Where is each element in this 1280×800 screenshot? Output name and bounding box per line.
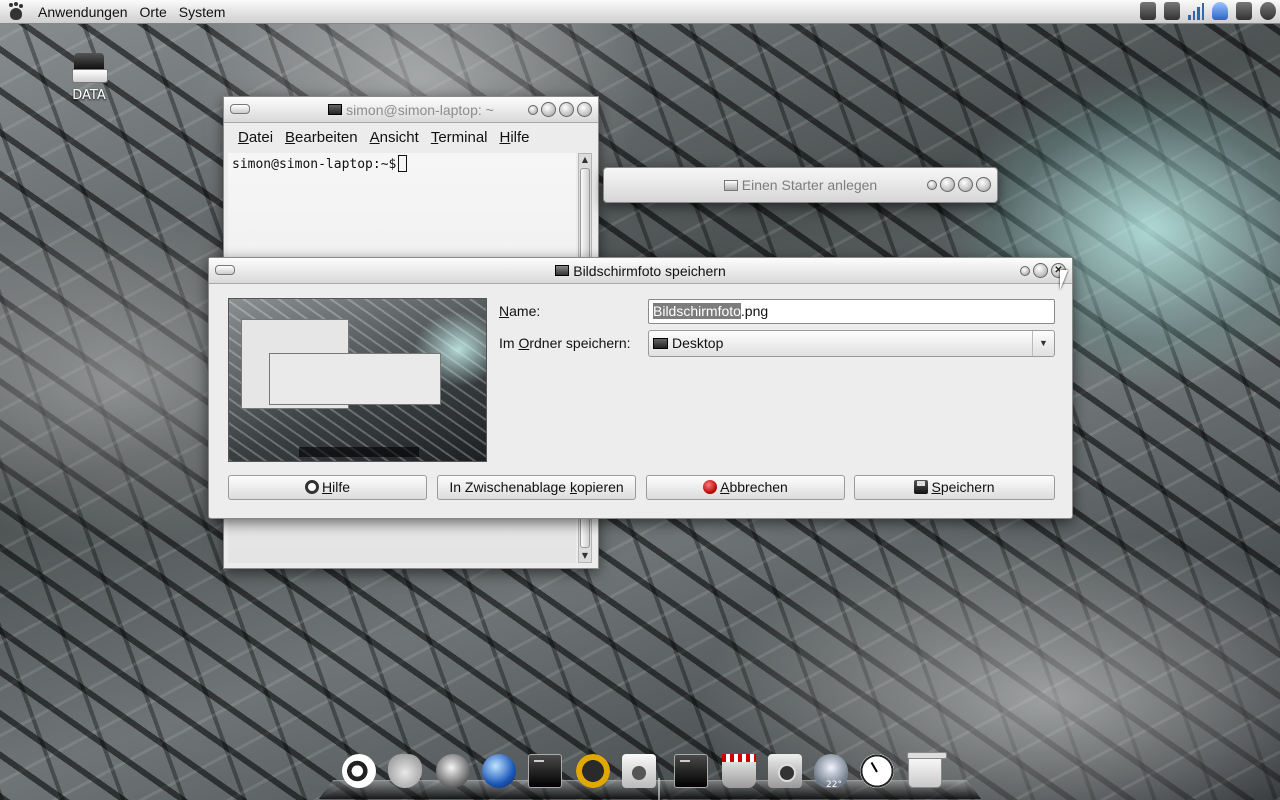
clipboard-icon[interactable] <box>1164 2 1180 20</box>
folder-select[interactable]: Desktop ▼ <box>648 330 1055 357</box>
name-label: Name: <box>499 303 541 319</box>
weather-temperature: 22° <box>826 780 842 790</box>
dialog-title: Bildschirmfoto speichern <box>573 262 726 279</box>
copy-to-clipboard-button[interactable]: In Zwischenablage kopieren <box>437 475 636 500</box>
preview-dialog-thumb <box>269 353 441 405</box>
filename-selection: Bildschirmfoto <box>653 303 741 319</box>
cancel-button[interactable]: Abbrechen <box>646 475 845 500</box>
gimp-icon[interactable] <box>388 754 422 788</box>
menu-system[interactable]: System <box>173 4 232 20</box>
terminal-icon <box>328 104 343 115</box>
save-button[interactable]: Speichern <box>854 475 1055 500</box>
scroll-down-arrow-icon[interactable]: ▼ <box>579 550 591 562</box>
filename-input[interactable]: Bildschirmfoto.png <box>648 299 1055 324</box>
system-tray <box>1140 2 1276 20</box>
gnome-foot-icon[interactable] <box>6 2 26 22</box>
terminal-dock-icon[interactable] <box>528 754 562 788</box>
network-signal-icon[interactable] <box>1188 2 1204 20</box>
launcher-minimize-button[interactable] <box>940 177 955 192</box>
terminal-title: simon@simon-laptop: ~ <box>346 101 494 118</box>
web-browser-globe-icon[interactable] <box>482 754 516 788</box>
update-shield-icon[interactable] <box>1212 2 1228 20</box>
launcher-title: Einen Starter anlegen <box>741 177 878 193</box>
blender-icon[interactable] <box>342 754 376 788</box>
cancel-icon <box>703 480 718 494</box>
launcher-icon <box>723 179 738 191</box>
menu-edit[interactable]: Bearbeiten <box>279 129 364 146</box>
minimize-button[interactable] <box>541 102 556 117</box>
mouse-pointer-icon <box>1060 270 1068 290</box>
camera-icon <box>555 265 570 276</box>
floppy-disk-icon <box>914 480 929 494</box>
trash-icon[interactable] <box>907 752 947 788</box>
terminal-cursor <box>398 155 408 172</box>
dialog-window-menu-button[interactable] <box>215 265 235 275</box>
menu-help[interactable]: Hilfe <box>494 129 536 146</box>
clock-icon[interactable] <box>860 754 894 788</box>
world-of-warcraft-icon[interactable] <box>576 754 610 788</box>
folder-value: Desktop <box>672 335 724 351</box>
finder-icon[interactable] <box>436 754 470 788</box>
help-button[interactable]: Hilfe <box>228 475 427 500</box>
menu-view[interactable]: Ansicht <box>364 129 425 146</box>
window-menu-button[interactable] <box>230 104 250 114</box>
save-screenshot-dialog: Bildschirmfoto speichern ✕ Name: Bildsch… <box>208 257 1073 519</box>
mail-icon[interactable] <box>1236 2 1252 20</box>
desktop-icon-label: DATA <box>72 88 106 103</box>
drive-icon <box>72 50 108 84</box>
terminal-menubar: Datei Bearbeiten Ansicht Terminal Hilfe <box>224 123 598 151</box>
menu-places[interactable]: Orte <box>134 4 173 20</box>
close-button[interactable] <box>577 102 592 117</box>
screenshot-preview <box>228 298 487 462</box>
popcorn-bucket-icon[interactable] <box>722 754 756 788</box>
terminal-titlebar[interactable]: simon@simon-laptop: ~ <box>224 97 598 123</box>
launcher-maximize-button[interactable] <box>958 177 973 192</box>
terminal-prompt: simon@simon-laptop:~$ <box>232 157 397 172</box>
dialog-titlebar[interactable]: Bildschirmfoto speichern ✕ <box>209 258 1072 284</box>
launcher-window: Einen Starter anlegen <box>603 167 998 203</box>
launcher-close-button[interactable] <box>976 177 991 192</box>
launcher-shade-button[interactable] <box>927 179 937 190</box>
menu-applications[interactable]: Anwendungen <box>32 4 134 20</box>
shade-button[interactable] <box>528 104 538 115</box>
filename-extension: .png <box>740 303 769 319</box>
speaker-icon[interactable] <box>622 754 656 788</box>
help-lifebuoy-icon <box>304 480 319 494</box>
dialog-maximize-button[interactable] <box>1033 263 1048 278</box>
screenshot-camera-icon[interactable] <box>768 754 802 788</box>
scroll-up-arrow-icon[interactable]: ▲ <box>579 154 591 166</box>
menu-terminal[interactable]: Terminal <box>425 129 494 146</box>
launcher-titlebar[interactable]: Einen Starter anlegen <box>604 168 997 202</box>
launcher-window-buttons <box>927 177 991 192</box>
top-panel: Anwendungen Orte System <box>0 0 1280 24</box>
menu-file[interactable]: Datei <box>232 129 279 146</box>
terminal-dock-icon-2[interactable] <box>674 754 708 788</box>
dialog-shade-button[interactable] <box>1020 265 1030 276</box>
window-buttons <box>528 102 592 117</box>
dock-separator <box>658 778 660 800</box>
hand-icon[interactable] <box>1140 2 1156 20</box>
power-icon[interactable] <box>1260 2 1276 20</box>
preview-dock-thumb <box>299 447 419 457</box>
chevron-down-icon[interactable]: ▼ <box>1032 331 1054 356</box>
maximize-button[interactable] <box>559 102 574 117</box>
desktop-folder-icon <box>653 338 668 349</box>
desktop-icon-data[interactable]: DATA <box>62 50 116 103</box>
folder-label: Im Ordner speichern: <box>499 335 631 351</box>
